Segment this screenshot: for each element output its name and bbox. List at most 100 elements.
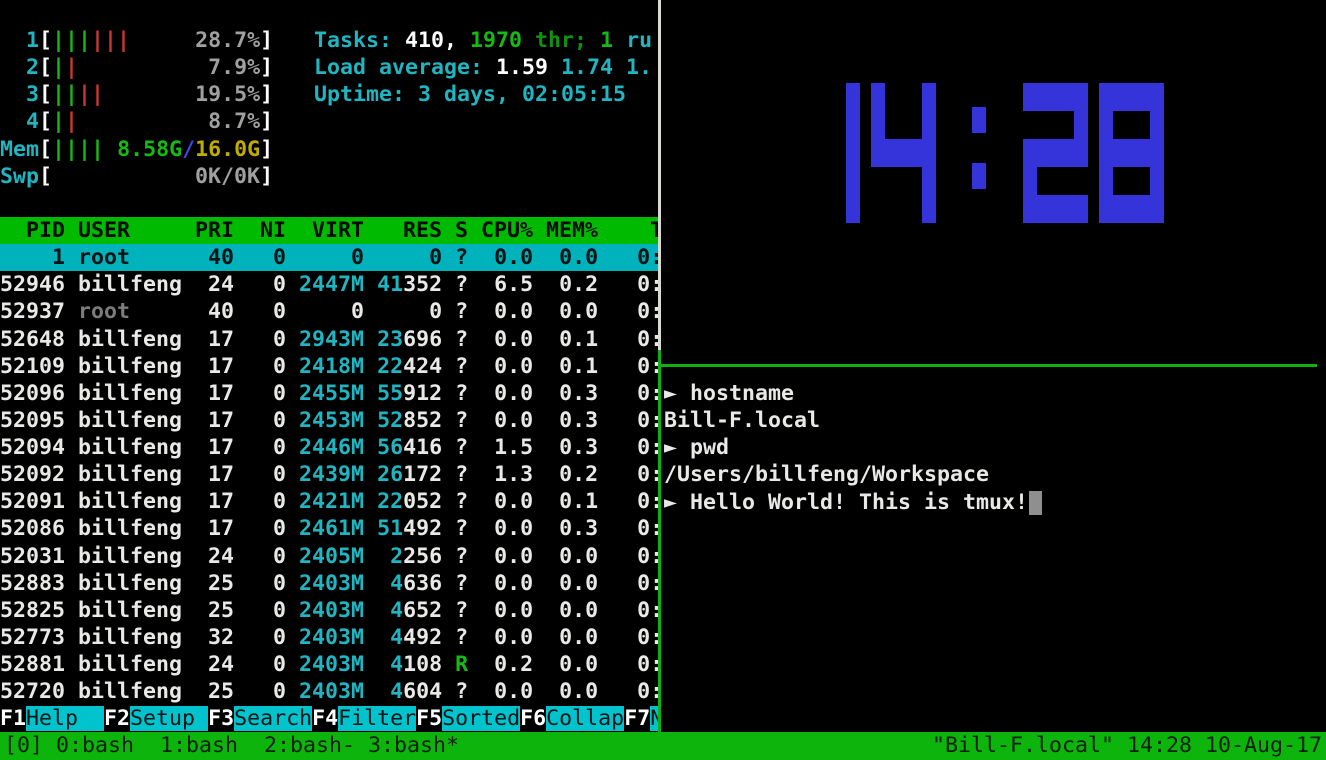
res-cell: 22 (377, 489, 403, 514)
pid-cell: 52881 (0, 652, 78, 677)
table-header[interactable]: PID USER PRI NI VIRT RES S CPU% MEM% T (0, 217, 658, 244)
res-cell: 4 (377, 679, 403, 704)
process-row[interactable]: 52881 billfeng 24 0 2403M 4108 R 0.2 0.0… (0, 651, 658, 678)
cpu-meter: 2[|| 7.9%] (0, 54, 273, 81)
virt-cell: 2403M (299, 625, 364, 650)
pid-cell: 52773 (0, 625, 78, 650)
process-row[interactable]: 52720 billfeng 25 0 2403M 4604 ? 0.0 0.0… (0, 678, 658, 705)
process-row[interactable]: 52825 billfeng 25 0 2403M 4652 ? 0.0 0.0… (0, 597, 658, 624)
tmux-window-list[interactable]: [0] 0:bash 1:bash 2:bash- 3:bash* (4, 732, 459, 760)
pane-divider-horizontal-active[interactable] (661, 364, 1317, 367)
state-cell: ? (455, 489, 468, 514)
cpu-bar-green: | (52, 55, 65, 80)
process-row[interactable]: 52092 billfeng 17 0 2439M 26172 ? 1.3 0.… (0, 461, 658, 488)
process-row[interactable]: 52031 billfeng 24 0 2405M 2256 ? 0.0 0.0… (0, 543, 658, 570)
running-count: 1 (600, 28, 613, 53)
process-row[interactable]: 52096 billfeng 17 0 2455M 55912 ? 0.0 0.… (0, 380, 658, 407)
state-cell: ? (455, 544, 468, 569)
process-row[interactable]: 52109 billfeng 17 0 2418M 22424 ? 0.0 0.… (0, 353, 658, 380)
fkey-f7-button[interactable]: F7N (624, 706, 658, 731)
htop-pane: 1[|||||| 28.7%] 2[|| 7.9%] 3[|||| 19.5%]… (0, 0, 658, 732)
process-table: PID USER PRI NI VIRT RES S CPU% MEM% T 1… (0, 217, 658, 705)
cpu-bar-green: | (52, 109, 65, 134)
mem-total: 16.0G (195, 137, 260, 162)
process-row[interactable]: 52773 billfeng 32 0 2403M 4492 ? 0.0 0.0… (0, 624, 658, 651)
load-3: 1. (626, 55, 652, 80)
virt-cell: 2403M (299, 598, 364, 623)
state-cell: ? (455, 272, 468, 297)
res-cell: 41 (377, 272, 403, 297)
tmux-status-host-time: "Bill-F.local" 14:28 10-Aug-17 (932, 732, 1322, 760)
cpu-bar-red: ||| (91, 28, 130, 53)
state-cell: ? (455, 598, 468, 623)
process-row[interactable]: 52086 billfeng 17 0 2461M 51492 ? 0.0 0.… (0, 515, 658, 542)
fkey-f4-button[interactable]: F4Filter (312, 706, 416, 731)
process-row[interactable]: 52883 billfeng 25 0 2403M 4636 ? 0.0 0.0… (0, 570, 658, 597)
cpu-percent: 8.7% (208, 109, 260, 134)
fkey-f2-button[interactable]: F2Setup (104, 706, 208, 731)
fkey-f5-button[interactable]: F5Sorted (416, 706, 520, 731)
function-key-bar: F1Help F2Setup F3SearchF4FilterF5SortedF… (0, 705, 658, 732)
virt-cell: 2403M (299, 571, 364, 596)
pid-cell: 52648 (0, 327, 78, 352)
user-cell: billfeng (78, 571, 195, 596)
pid-cell: 52096 (0, 381, 78, 406)
terminal-text: /Users/billfeng/Workspace (664, 462, 989, 487)
pid-cell: 52720 (0, 679, 78, 704)
cpu-meter: 4[|| 8.7%] (0, 108, 273, 135)
fkey-f3-button[interactable]: F3Search (208, 706, 312, 731)
terminal-pane[interactable]: ► hostnameBill-F.local► pwd/Users/billfe… (664, 380, 1042, 516)
cpu-bar-green: ||| (52, 28, 91, 53)
process-row[interactable]: 52946 billfeng 24 0 2447M 41352 ? 6.5 0.… (0, 271, 658, 298)
cpu-percent: 19.5% (195, 82, 260, 107)
pid-cell: 52095 (0, 408, 78, 433)
tasks-line: Tasks: 410, 1970 thr; 1 ru (314, 27, 652, 54)
fkey-f1-button[interactable]: F1Help (0, 706, 104, 731)
process-row[interactable]: 52095 billfeng 17 0 2453M 52852 ? 0.0 0.… (0, 407, 658, 434)
process-row[interactable]: 52648 billfeng 17 0 2943M 23696 ? 0.0 0.… (0, 326, 658, 353)
process-row[interactable]: 52937 root 40 0 0 0 ? 0.0 0.0 0: (0, 298, 658, 325)
tmux-status-bar: [0] 0:bash 1:bash 2:bash- 3:bash* "Bill-… (0, 732, 1326, 760)
uptime-line: Uptime: 3 days, 02:05:15 (314, 81, 652, 108)
virt-cell: 2455M (299, 381, 364, 406)
pid-cell: 1 (0, 245, 78, 270)
fkey-f6-button[interactable]: F6Collap (520, 706, 624, 731)
user-cell: billfeng (78, 652, 195, 677)
pid-cell: 52092 (0, 462, 78, 487)
cpu-bar-red: || (78, 82, 104, 107)
pid-cell: 52031 (0, 544, 78, 569)
terminal-text: Hello World! This is tmux! (690, 490, 1028, 515)
mem-bar-green: |||| (52, 137, 104, 162)
process-row[interactable]: 52091 billfeng 17 0 2421M 22052 ? 0.0 0.… (0, 488, 658, 515)
cpu-memory-meters: 1[|||||| 28.7%] 2[|| 7.9%] 3[|||| 19.5%]… (0, 27, 273, 190)
user-cell: billfeng (78, 408, 195, 433)
state-cell: ? (455, 571, 468, 596)
terminal-text: Bill-F.local (664, 408, 820, 433)
uptime-value: 3 days, 02:05:15 (418, 82, 626, 107)
res-cell: 26 (377, 462, 403, 487)
terminal-line: /Users/billfeng/Workspace (664, 461, 1042, 488)
virt-cell: 2403M (299, 652, 364, 677)
process-row[interactable]: 1 root 40 0 0 0 ? 0.0 0.0 0: (0, 244, 658, 271)
process-row[interactable]: 52094 billfeng 17 0 2446M 56416 ? 1.5 0.… (0, 434, 658, 461)
terminal-line: Bill-F.local (664, 407, 1042, 434)
virt-cell: 2453M (299, 408, 364, 433)
terminal-text: pwd (690, 435, 729, 460)
virt-cell: 2439M (299, 462, 364, 487)
state-cell: ? (455, 516, 468, 541)
virt-cell: 2405M (299, 544, 364, 569)
cpu-percent: 28.7% (195, 28, 260, 53)
virt-cell: 2418M (299, 354, 364, 379)
res-cell: 2 (377, 544, 403, 569)
state-cell: ? (455, 327, 468, 352)
pid-cell: 52094 (0, 435, 78, 460)
tasks-count: 410, (405, 28, 470, 53)
prompt-arrow-icon: ► (664, 435, 690, 460)
state-cell: R (455, 652, 468, 677)
mem-used: 8.58G (117, 137, 182, 162)
cpu-percent: 7.9% (208, 55, 260, 80)
pane-divider-vertical-active[interactable] (658, 350, 661, 732)
state-cell: ? (455, 381, 468, 406)
res-cell: 4 (377, 571, 403, 596)
htop-summary: Tasks: 410, 1970 thr; 1 ruLoad average: … (314, 27, 652, 108)
